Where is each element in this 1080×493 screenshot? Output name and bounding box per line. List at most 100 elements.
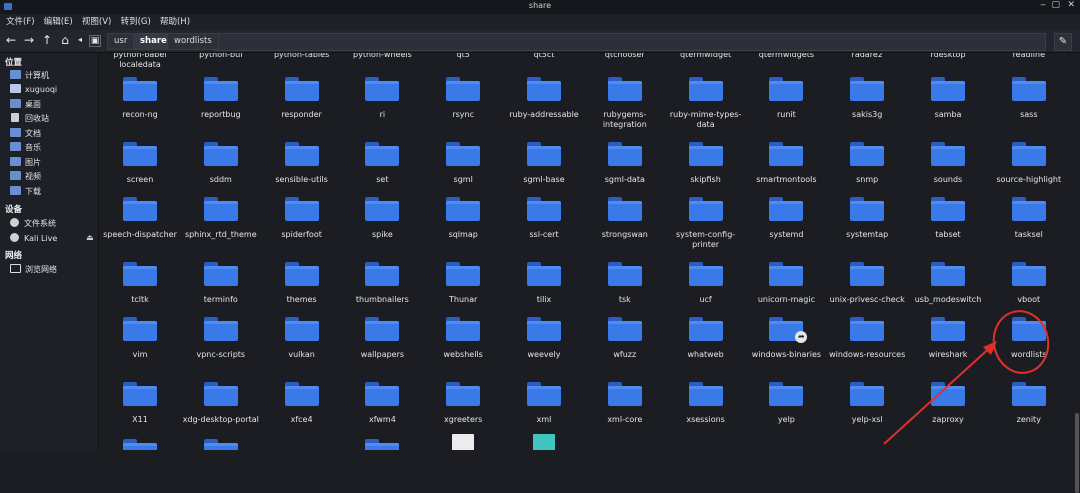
folder-item[interactable]: ruby-addressable bbox=[503, 77, 585, 120]
folder-item[interactable]: themes bbox=[261, 262, 343, 305]
folder-item[interactable]: terminfo bbox=[180, 262, 262, 305]
sidebar-item-trash[interactable]: 回收站 bbox=[10, 112, 49, 125]
folder-item[interactable]: whatweb bbox=[665, 317, 747, 360]
folder-item[interactable]: unicorn-magic bbox=[745, 262, 827, 305]
folder-item[interactable]: xfwm4 bbox=[341, 382, 423, 425]
folder-item[interactable]: reportbug bbox=[180, 77, 262, 120]
folder-item[interactable]: vboot bbox=[988, 262, 1070, 305]
forward-arrow-icon[interactable]: → bbox=[22, 33, 36, 47]
folder-item[interactable]: ssl-cert bbox=[503, 197, 585, 240]
folder-item[interactable]: ri bbox=[341, 77, 423, 120]
folder-item[interactable]: sass bbox=[988, 77, 1070, 120]
folder-item[interactable]: usb_modeswitch bbox=[907, 262, 989, 305]
sidebar-item-kali-live[interactable]: Kali Live bbox=[10, 232, 57, 245]
sidebar-item-desktop[interactable]: 桌面 bbox=[10, 98, 41, 111]
folder-item[interactable]: tilix bbox=[503, 262, 585, 305]
folder-item[interactable]: sphinx_rtd_theme bbox=[180, 197, 262, 240]
folder-item[interactable]: unix-privesc-check bbox=[826, 262, 908, 305]
back-arrow-icon[interactable]: ← bbox=[4, 33, 18, 47]
folder-item[interactable]: responder bbox=[261, 77, 343, 120]
toggle-path-icon[interactable]: ▣ bbox=[89, 35, 101, 47]
edit-path-button[interactable]: ✎ bbox=[1054, 33, 1072, 51]
folder-item[interactable]: weevely bbox=[503, 317, 585, 360]
folder-item[interactable]: snmp bbox=[826, 142, 908, 185]
folder-item[interactable]: rsync bbox=[422, 77, 504, 120]
sidebar-item-pictures[interactable]: 图片 bbox=[10, 156, 41, 169]
folder-item[interactable]: runit bbox=[745, 77, 827, 120]
folder-item[interactable]: wordlists bbox=[988, 317, 1070, 360]
folder-item[interactable]: speech-dispatcher bbox=[99, 197, 181, 240]
folder-item[interactable]: ucf bbox=[665, 262, 747, 305]
folder-item[interactable]: xgreeters bbox=[422, 382, 504, 425]
folder-item[interactable]: smartmontools bbox=[745, 142, 827, 185]
folder-item[interactable]: sddm bbox=[180, 142, 262, 185]
folder-item[interactable]: rubygems-integration bbox=[584, 77, 666, 130]
folder-item[interactable]: recon-ng bbox=[99, 77, 181, 120]
sidebar-item-videos[interactable]: 视频 bbox=[10, 170, 41, 183]
menu-go[interactable]: 转到(G) bbox=[121, 14, 151, 30]
script-file-icon[interactable] bbox=[533, 434, 555, 450]
folder-item[interactable]: system-config-printer bbox=[665, 197, 747, 250]
sidebar-item-filesystem[interactable]: 文件系统 bbox=[10, 217, 56, 230]
sidebar-item-computer[interactable]: 计算机 bbox=[10, 69, 49, 82]
folder-item[interactable]: sgml bbox=[422, 142, 504, 185]
scrollbar[interactable] bbox=[1074, 53, 1080, 493]
folder-icon[interactable] bbox=[203, 439, 238, 450]
folder-item[interactable]: ➦ windows-binaries bbox=[745, 317, 827, 360]
folder-item[interactable]: sensible-utils bbox=[261, 142, 343, 185]
folder-item[interactable]: zenity bbox=[988, 382, 1070, 425]
sidebar-item-downloads[interactable]: 下载 bbox=[10, 185, 41, 198]
folder-item[interactable]: systemtap bbox=[826, 197, 908, 240]
folder-item[interactable]: sakis3g bbox=[826, 77, 908, 120]
folder-item[interactable]: tsk bbox=[584, 262, 666, 305]
home-icon[interactable]: ⌂ bbox=[58, 33, 72, 47]
maximize-button[interactable]: ▢ bbox=[1051, 0, 1060, 10]
eject-icon[interactable]: ⏏ bbox=[86, 233, 94, 242]
folder-item[interactable]: wfuzz bbox=[584, 317, 666, 360]
folder-icon[interactable] bbox=[365, 439, 400, 450]
sidebar-item-music[interactable]: 音乐 bbox=[10, 141, 41, 154]
up-arrow-icon[interactable]: ↑ bbox=[40, 33, 54, 47]
folder-item[interactable]: yelp-xsl bbox=[826, 382, 908, 425]
breadcrumb-usr[interactable]: usr bbox=[107, 33, 135, 50]
folder-item[interactable]: source-highlight bbox=[988, 142, 1070, 185]
folder-item[interactable]: tasksel bbox=[988, 197, 1070, 240]
scroll-thumb[interactable] bbox=[1075, 413, 1079, 493]
folder-item[interactable]: samba bbox=[907, 77, 989, 120]
folder-item[interactable]: wallpapers bbox=[341, 317, 423, 360]
folder-item[interactable]: X11 bbox=[99, 382, 181, 425]
folder-item[interactable]: wireshark bbox=[907, 317, 989, 360]
folder-item[interactable]: xfce4 bbox=[261, 382, 343, 425]
folder-item[interactable]: set bbox=[341, 142, 423, 185]
folder-item[interactable]: screen bbox=[99, 142, 181, 185]
folder-item[interactable]: skipfish bbox=[665, 142, 747, 185]
folder-item[interactable]: thumbnailers bbox=[341, 262, 423, 305]
sidebar-item-documents[interactable]: 文档 bbox=[10, 127, 41, 140]
sidebar-item-browse-network[interactable]: 浏览网络 bbox=[10, 263, 57, 276]
folder-item[interactable]: xdg-desktop-portal bbox=[180, 382, 262, 425]
menu-file[interactable]: 文件(F) bbox=[6, 14, 35, 30]
folder-item[interactable]: vim bbox=[99, 317, 181, 360]
path-left-chevron-icon[interactable]: ◂ bbox=[73, 33, 87, 47]
file-icon[interactable] bbox=[452, 434, 475, 450]
minimize-button[interactable]: ‒ bbox=[1040, 0, 1046, 10]
sidebar-item-home[interactable]: xuguoqi bbox=[10, 83, 57, 96]
folder-item[interactable]: vpnc-scripts bbox=[180, 317, 262, 360]
folder-item[interactable]: xsessions bbox=[665, 382, 747, 425]
folder-item[interactable]: spike bbox=[341, 197, 423, 240]
folder-item[interactable]: zaproxy bbox=[907, 382, 989, 425]
folder-item[interactable]: spiderfoot bbox=[261, 197, 343, 240]
menu-view[interactable]: 视图(V) bbox=[82, 14, 111, 30]
folder-item[interactable]: ruby-mime-types-data bbox=[665, 77, 747, 130]
folder-item[interactable]: windows-resources bbox=[826, 317, 908, 360]
folder-item[interactable]: systemd bbox=[745, 197, 827, 240]
breadcrumb-wordlists[interactable]: wordlists bbox=[167, 33, 219, 50]
folder-item[interactable]: xml-core bbox=[584, 382, 666, 425]
folder-item[interactable]: sgml-base bbox=[503, 142, 585, 185]
folder-item[interactable]: sounds bbox=[907, 142, 989, 185]
folder-icon[interactable] bbox=[123, 439, 157, 450]
folder-item[interactable]: tcltk bbox=[99, 262, 181, 305]
folder-item[interactable]: yelp bbox=[745, 382, 827, 425]
folder-item[interactable]: sqlmap bbox=[422, 197, 504, 240]
folder-item[interactable]: xml bbox=[503, 382, 585, 425]
